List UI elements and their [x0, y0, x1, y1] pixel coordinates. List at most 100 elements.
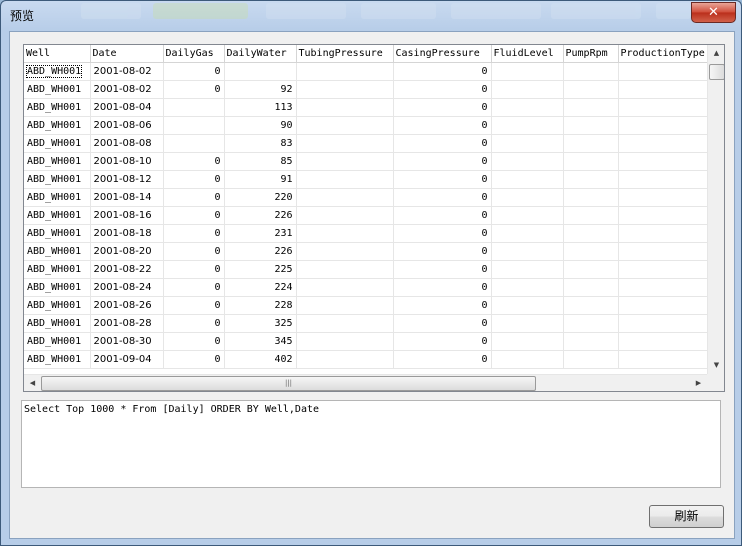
- table-row[interactable]: ABD_WH001 2001-08-20 0 226 0: [24, 242, 709, 261]
- cell-fluidlevel[interactable]: [491, 62, 564, 81]
- cell-dailywater[interactable]: 220: [224, 188, 297, 207]
- cell-pumprpm[interactable]: [563, 188, 619, 207]
- cell-dailygas[interactable]: 0: [163, 242, 225, 261]
- cell-dailywater[interactable]: 224: [224, 278, 297, 297]
- table-row[interactable]: ABD_WH001 2001-08-10 0 85 0: [24, 152, 709, 171]
- cell-date[interactable]: 2001-08-20: [90, 242, 164, 261]
- cell-dailygas[interactable]: 0: [163, 296, 225, 315]
- cell-date[interactable]: 2001-08-04: [90, 98, 164, 117]
- cell-fluidlevel[interactable]: [491, 152, 564, 171]
- cell-fluidlevel[interactable]: [491, 116, 564, 135]
- cell-casingpressure[interactable]: 0: [393, 134, 492, 153]
- cell-casingpressure[interactable]: 0: [393, 296, 492, 315]
- cell-well[interactable]: ABD_WH001: [24, 152, 91, 171]
- cell-productiontype[interactable]: [618, 170, 709, 189]
- column-header-tubingpressure[interactable]: TubingPressure: [296, 45, 394, 63]
- cell-well[interactable]: ABD_WH001: [24, 188, 91, 207]
- cell-casingpressure[interactable]: 0: [393, 332, 492, 351]
- column-header-productiontype[interactable]: ProductionType: [618, 45, 709, 63]
- table-row[interactable]: ABD_WH001 2001-08-06 90 0: [24, 116, 709, 135]
- cell-dailywater[interactable]: 225: [224, 260, 297, 279]
- cell-casingpressure[interactable]: 0: [393, 98, 492, 117]
- cell-dailywater[interactable]: 91: [224, 170, 297, 189]
- cell-pumprpm[interactable]: [563, 278, 619, 297]
- cell-casingpressure[interactable]: 0: [393, 206, 492, 225]
- cell-fluidlevel[interactable]: [491, 260, 564, 279]
- cell-date[interactable]: 2001-08-08: [90, 134, 164, 153]
- cell-dailywater[interactable]: 402: [224, 350, 297, 369]
- cell-pumprpm[interactable]: [563, 350, 619, 369]
- cell-productiontype[interactable]: [618, 314, 709, 333]
- cell-tubingpressure[interactable]: [296, 80, 394, 99]
- cell-well[interactable]: ABD_WH001: [24, 350, 91, 369]
- horizontal-scroll-thumb[interactable]: |||: [41, 376, 536, 391]
- cell-dailygas[interactable]: 0: [163, 206, 225, 225]
- cell-productiontype[interactable]: [618, 278, 709, 297]
- cell-fluidlevel[interactable]: [491, 98, 564, 117]
- cell-pumprpm[interactable]: [563, 80, 619, 99]
- column-header-dailygas[interactable]: DailyGas: [163, 45, 225, 63]
- cell-casingpressure[interactable]: 0: [393, 350, 492, 369]
- cell-dailygas[interactable]: [163, 98, 225, 117]
- cell-dailygas[interactable]: 0: [163, 80, 225, 99]
- cell-fluidlevel[interactable]: [491, 350, 564, 369]
- cell-pumprpm[interactable]: [563, 134, 619, 153]
- table-row[interactable]: ABD_WH001 2001-08-18 0 231 0: [24, 224, 709, 243]
- cell-productiontype[interactable]: [618, 224, 709, 243]
- cell-dailywater[interactable]: 113: [224, 98, 297, 117]
- cell-dailywater[interactable]: 231: [224, 224, 297, 243]
- cell-fluidlevel[interactable]: [491, 242, 564, 261]
- table-row[interactable]: ABD_WH001 2001-08-02 0 92 0: [24, 80, 709, 99]
- cell-casingpressure[interactable]: 0: [393, 188, 492, 207]
- refresh-button[interactable]: 刷新: [649, 505, 724, 528]
- cell-casingpressure[interactable]: 0: [393, 314, 492, 333]
- cell-well[interactable]: ABD_WH001: [24, 62, 91, 81]
- cell-pumprpm[interactable]: [563, 296, 619, 315]
- cell-productiontype[interactable]: [618, 134, 709, 153]
- column-header-casingpressure[interactable]: CasingPressure: [393, 45, 492, 63]
- cell-date[interactable]: 2001-08-06: [90, 116, 164, 135]
- cell-dailygas[interactable]: 0: [163, 152, 225, 171]
- cell-well[interactable]: ABD_WH001: [24, 242, 91, 261]
- table-row[interactable]: ABD_WH001 2001-08-04 113 0: [24, 98, 709, 117]
- cell-date[interactable]: 2001-09-04: [90, 350, 164, 369]
- cell-pumprpm[interactable]: [563, 224, 619, 243]
- table-row[interactable]: ABD_WH001 2001-08-26 0 228 0: [24, 296, 709, 315]
- cell-tubingpressure[interactable]: [296, 260, 394, 279]
- scroll-down-icon[interactable]: ▼: [708, 357, 724, 374]
- table-row[interactable]: ABD_WH001 2001-08-16 0 226 0: [24, 206, 709, 225]
- cell-well[interactable]: ABD_WH001: [24, 116, 91, 135]
- cell-dailywater[interactable]: 226: [224, 242, 297, 261]
- cell-fluidlevel[interactable]: [491, 224, 564, 243]
- cell-tubingpressure[interactable]: [296, 62, 394, 81]
- cell-pumprpm[interactable]: [563, 116, 619, 135]
- table-row[interactable]: ABD_WH001 2001-08-28 0 325 0: [24, 314, 709, 333]
- cell-pumprpm[interactable]: [563, 206, 619, 225]
- cell-well[interactable]: ABD_WH001: [24, 170, 91, 189]
- cell-dailywater[interactable]: [224, 62, 297, 81]
- cell-well[interactable]: ABD_WH001: [24, 98, 91, 117]
- table-row[interactable]: ABD_WH001 2001-09-04 0 402 0: [24, 350, 709, 369]
- cell-tubingpressure[interactable]: [296, 134, 394, 153]
- cell-dailygas[interactable]: [163, 116, 225, 135]
- cell-casingpressure[interactable]: 0: [393, 170, 492, 189]
- close-button[interactable]: ✕: [691, 2, 736, 23]
- cell-dailywater[interactable]: 228: [224, 296, 297, 315]
- table-row[interactable]: ABD_WH001 2001-08-22 0 225 0: [24, 260, 709, 279]
- cell-well[interactable]: ABD_WH001: [24, 296, 91, 315]
- vertical-scrollbar[interactable]: ▲ ▼: [707, 45, 724, 374]
- cell-productiontype[interactable]: [618, 242, 709, 261]
- cell-tubingpressure[interactable]: [296, 296, 394, 315]
- cell-fluidlevel[interactable]: [491, 296, 564, 315]
- cell-dailygas[interactable]: [163, 134, 225, 153]
- cell-pumprpm[interactable]: [563, 170, 619, 189]
- cell-dailywater[interactable]: 226: [224, 206, 297, 225]
- cell-productiontype[interactable]: [618, 350, 709, 369]
- scroll-right-icon[interactable]: ▶: [690, 375, 707, 391]
- cell-fluidlevel[interactable]: [491, 80, 564, 99]
- cell-tubingpressure[interactable]: [296, 332, 394, 351]
- cell-date[interactable]: 2001-08-02: [90, 62, 164, 81]
- cell-dailywater[interactable]: 92: [224, 80, 297, 99]
- cell-well[interactable]: ABD_WH001: [24, 260, 91, 279]
- cell-well[interactable]: ABD_WH001: [24, 278, 91, 297]
